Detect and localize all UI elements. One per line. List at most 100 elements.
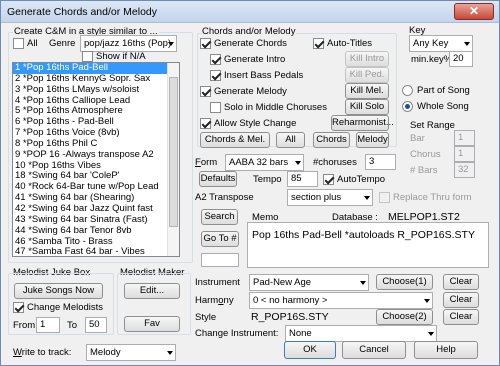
- generate-intro-checkbox[interactable]: [210, 54, 221, 65]
- chevron-down-icon: [295, 161, 301, 165]
- genre-label: Genre: [49, 38, 76, 49]
- choose2-button[interactable]: Choose(2): [376, 309, 433, 325]
- instrument-label: Instrument: [195, 277, 240, 288]
- set-range-label: Set Range: [410, 120, 455, 131]
- form-label: Form: [195, 157, 218, 168]
- show-na-label: Show if N/A: [96, 51, 146, 62]
- clear1-button[interactable]: Clear: [443, 274, 479, 290]
- insert-bass-pedals-checkbox[interactable]: [210, 70, 221, 81]
- part-of-song-label: Part of Song: [417, 85, 470, 96]
- autotempo-checkbox[interactable]: [323, 174, 334, 185]
- goto-input[interactable]: [201, 253, 239, 267]
- change-instrument-label: Change Instrument:: [195, 328, 279, 339]
- key-select[interactable]: Any Key: [409, 35, 473, 52]
- bar-input[interactable]: 1: [454, 130, 475, 146]
- chords-and-melody-button[interactable]: Chords & Mel.: [200, 132, 270, 148]
- replace-thru-form-label: Replace Thru form: [393, 192, 472, 203]
- min-key-input[interactable]: 20: [449, 51, 473, 67]
- juke-songs-now-button[interactable]: Juke Songs Now: [14, 283, 103, 299]
- choruses-label: #choruses: [313, 157, 357, 168]
- clear3-button[interactable]: Clear: [443, 309, 479, 325]
- help-button[interactable]: Help: [414, 341, 478, 359]
- chords-button[interactable]: Chords: [313, 132, 350, 148]
- reharmonist-button[interactable]: Reharmonist...: [331, 115, 394, 131]
- bars-label: # Bars: [410, 165, 438, 176]
- chevron-down-icon: [168, 42, 174, 46]
- generate-melody-label: Generate Melody: [214, 86, 287, 97]
- from-input[interactable]: 1: [36, 317, 60, 333]
- change-instrument-select[interactable]: None: [285, 325, 437, 342]
- part-of-song-radio[interactable]: [402, 85, 413, 96]
- chevron-down-icon: [360, 281, 366, 285]
- chevron-down-icon: [364, 196, 370, 200]
- chords-melody-group-label: Chords and/or Melody: [201, 26, 297, 37]
- list-item[interactable]: 3 *Pop 16ths LMays w/soloist: [13, 84, 179, 96]
- kill-intro-button[interactable]: Kill Intro: [345, 51, 389, 67]
- solo-middle-checkbox[interactable]: [210, 102, 221, 113]
- whole-song-radio[interactable]: [402, 101, 413, 112]
- change-melodists-checkbox[interactable]: [13, 302, 24, 313]
- min-key-label: min.key%: [411, 54, 453, 65]
- write-to-track-label: Write to track:: [13, 347, 72, 358]
- style-value: R_POP16S.STY: [251, 311, 329, 323]
- a2-transpose-select[interactable]: section plus: [287, 189, 373, 206]
- chevron-down-icon: [167, 351, 173, 355]
- list-item[interactable]: 9 *POP 16 -Always transpose A2: [13, 149, 179, 161]
- to-label: To: [67, 320, 78, 331]
- close-button[interactable]: ✕: [454, 3, 494, 20]
- show-na-checkbox[interactable]: [82, 51, 93, 62]
- insert-bass-pedals-label: Insert Bass Pedals: [224, 70, 304, 81]
- a2-transpose-label: A2 Transpose: [195, 192, 254, 203]
- choruses-input[interactable]: 3: [365, 154, 396, 170]
- dialog-window: Generate Chords and/or Melody ✕ Create C…: [0, 0, 500, 366]
- scrollbar-thumb[interactable]: [169, 77, 178, 227]
- window-title: Generate Chords and/or Melody: [7, 6, 157, 18]
- title-bar: Generate Chords and/or Melody ✕: [1, 1, 499, 23]
- kill-ped-button[interactable]: Kill Ped.: [345, 67, 389, 83]
- style-list[interactable]: 1 *Pop 16ths Pad-Bell 2 *Pop 16ths Kenny…: [12, 62, 180, 257]
- form-select[interactable]: AABA 32 bars: [225, 154, 304, 171]
- replace-thru-form-checkbox[interactable]: [379, 192, 390, 203]
- from-label: From: [13, 320, 36, 331]
- chorus-input[interactable]: 1: [454, 146, 475, 162]
- generate-melody-checkbox[interactable]: [200, 86, 211, 97]
- allow-style-change-label: Allow Style Change: [214, 118, 297, 129]
- generate-chords-checkbox[interactable]: [200, 38, 211, 49]
- write-to-track-select[interactable]: Melody: [86, 344, 176, 361]
- tempo-input[interactable]: 85: [287, 171, 318, 187]
- edit-button[interactable]: Edit...: [124, 283, 180, 299]
- to-input[interactable]: 50: [85, 317, 107, 333]
- fav-button[interactable]: Fav: [124, 316, 180, 332]
- defaults-button[interactable]: Defaults: [199, 171, 237, 187]
- all-button[interactable]: All: [276, 132, 305, 148]
- allow-style-change-checkbox[interactable]: [200, 118, 211, 129]
- kill-solo-button[interactable]: Kill Solo: [345, 99, 389, 115]
- memo-text: Pop 16ths Pad-Bell *autoloads R_POP16S.S…: [252, 229, 475, 241]
- style-label: Style: [195, 312, 217, 323]
- choose1-button[interactable]: Choose(1): [376, 274, 433, 290]
- goto-button[interactable]: Go To #: [201, 231, 239, 247]
- instrument-select[interactable]: Pad-New Age: [249, 274, 369, 291]
- list-scrollbar[interactable]: [167, 63, 179, 256]
- clear2-button[interactable]: Clear: [443, 292, 479, 308]
- ok-button[interactable]: OK: [284, 341, 336, 359]
- all-checkbox[interactable]: [13, 38, 24, 49]
- autotempo-label: AutoTempo: [337, 174, 386, 185]
- auto-titles-label: Auto-Titles: [327, 38, 373, 49]
- list-item[interactable]: 47 *Samba Fast 64 bar - Vibes: [13, 246, 179, 256]
- generate-chords-label: Generate Chords: [214, 38, 287, 49]
- cancel-button[interactable]: Cancel: [342, 341, 406, 359]
- search-button[interactable]: Search: [201, 209, 238, 225]
- genre-select[interactable]: pop/jazz 16ths (Pop): [80, 35, 177, 52]
- list-item[interactable]: 44 *Swing 64 bar Tenor 8vb: [13, 225, 179, 237]
- memo-box[interactable]: Pop 16ths Pad-Bell *autoloads R_POP16S.S…: [247, 222, 489, 268]
- harmony-select[interactable]: 0 < no harmony >: [249, 292, 433, 309]
- chorus-label: Chorus: [410, 149, 441, 160]
- kill-mel-button[interactable]: Kill Mel.: [345, 83, 389, 99]
- bars-input[interactable]: 32: [454, 162, 475, 178]
- chevron-down-icon: [464, 42, 470, 46]
- melody-button[interactable]: Melody: [356, 132, 389, 148]
- solo-middle-label: Solo in Middle Choruses: [224, 102, 327, 113]
- auto-titles-checkbox[interactable]: [313, 38, 324, 49]
- all-label: All: [27, 38, 38, 49]
